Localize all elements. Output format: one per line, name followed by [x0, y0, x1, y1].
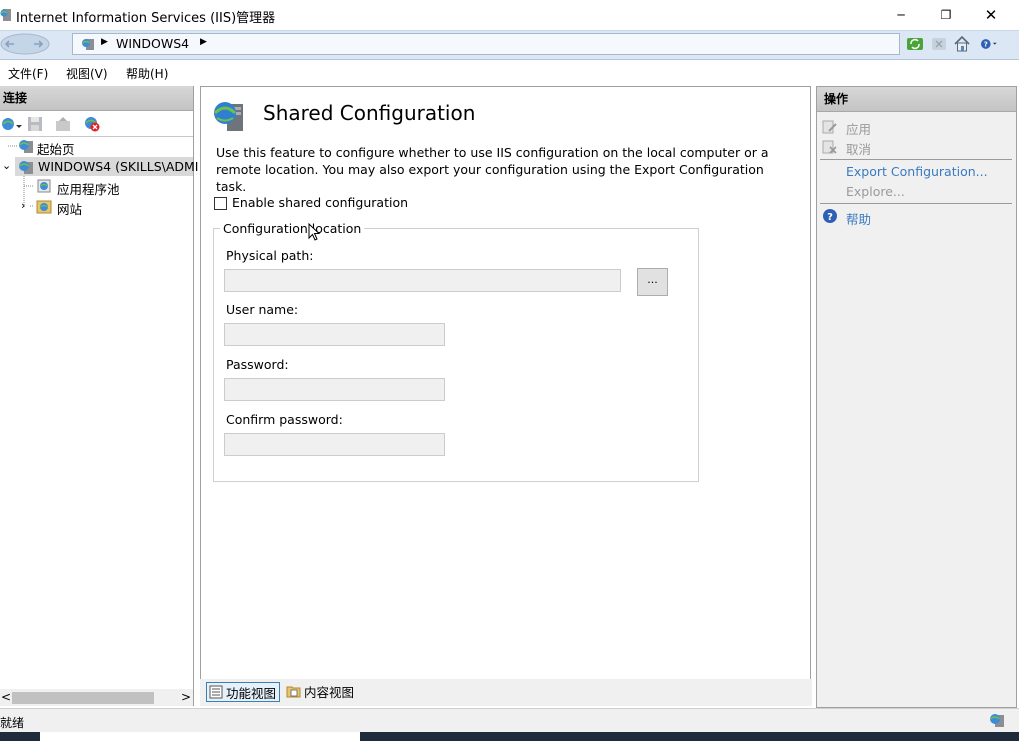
connect-dropdown-icon[interactable]: [1, 116, 23, 132]
status-text: 就绪: [0, 716, 25, 730]
window-title: Internet Information Services (IIS)管理器: [16, 11, 276, 26]
restore-icon: ❐: [940, 8, 952, 22]
tree-item-sites[interactable]: 网站: [57, 199, 82, 218]
cancel-icon: [822, 140, 837, 154]
configuration-location-group: Configuration location Physical path: ..…: [213, 221, 699, 482]
start-page-icon: [19, 140, 33, 153]
chevron-right-icon[interactable]: ▶: [200, 37, 207, 47]
content-view-icon: [286, 686, 301, 698]
mouse-cursor-icon: [308, 223, 321, 241]
menu-view[interactable]: 视图(V): [66, 65, 108, 82]
address-bar: ▶ WINDOWS4 ▶ ?: [0, 30, 1019, 60]
page-title: Shared Configuration: [263, 101, 476, 125]
maximize-button[interactable]: ❐: [923, 0, 969, 30]
password-input[interactable]: [224, 378, 445, 401]
svg-text:?: ?: [984, 40, 988, 49]
menu-help[interactable]: 帮助(H): [126, 65, 168, 82]
actions-divider: [820, 203, 1012, 204]
refresh-icon[interactable]: [906, 35, 924, 53]
user-name-label: User name:: [226, 302, 299, 317]
tab-features-view-label: 功能视图: [226, 685, 277, 701]
stop-icon[interactable]: [930, 35, 948, 53]
confirm-password-input[interactable]: [224, 433, 445, 456]
chevron-right-icon[interactable]: ▶: [101, 37, 108, 47]
server-icon: [19, 161, 33, 174]
chevron-down-icon[interactable]: ⌄: [2, 159, 11, 172]
action-help[interactable]: 帮助: [846, 209, 871, 228]
actions-header: 操作: [817, 87, 1016, 112]
taskbar: [0, 732, 1019, 741]
feature-panel: Shared Configuration Use this feature to…: [200, 86, 811, 680]
tree-item-start-page[interactable]: 起始页: [37, 139, 75, 158]
action-export-configuration[interactable]: Export Configuration...: [846, 164, 988, 179]
help-icon: ?: [823, 209, 837, 223]
feature-description: Use this feature to configure whether to…: [216, 145, 769, 194]
view-tabs-bar: 功能视图 内容视图: [200, 679, 812, 706]
actions-pane: 操作 应用 取消 Export Configuration... Explore…: [816, 86, 1017, 708]
actions-divider: [820, 159, 1012, 160]
server-icon: [82, 39, 94, 50]
scroll-left-arrow[interactable]: <: [1, 690, 11, 704]
scrollbar-thumb[interactable]: [12, 692, 154, 704]
minimize-icon: ─: [897, 8, 905, 22]
tab-content-view[interactable]: 内容视图: [284, 682, 357, 700]
server-status-icon: [990, 714, 1004, 727]
disconnect-icon[interactable]: [84, 116, 100, 132]
enable-shared-config-checkbox[interactable]: [214, 197, 227, 210]
tree-item-app-pools[interactable]: 应用程序池: [57, 179, 120, 198]
horizontal-scrollbar[interactable]: < >: [0, 689, 193, 706]
group-title: Configuration location: [220, 221, 365, 236]
scroll-right-arrow[interactable]: >: [181, 690, 191, 704]
tab-features-view[interactable]: 功能视图: [206, 682, 281, 702]
apply-icon: [822, 120, 837, 134]
app-pool-icon: [37, 179, 51, 193]
sites-icon: [36, 200, 52, 214]
physical-path-input[interactable]: [224, 269, 621, 292]
save-icon[interactable]: [27, 116, 43, 132]
tab-content-view-label: 内容视图: [304, 684, 355, 700]
iis-app-icon: [0, 9, 11, 21]
enable-shared-config-label[interactable]: Enable shared configuration: [232, 195, 408, 210]
help-dropdown-icon[interactable]: ?: [980, 35, 998, 53]
title-bar: Internet Information Services (IIS)管理器 ─…: [0, 0, 1019, 30]
back-forward-buttons[interactable]: [0, 33, 50, 55]
tree-item-server[interactable]: WINDOWS4 (SKILLS\ADMI: [15, 157, 199, 176]
chevron-right-icon[interactable]: ›: [21, 199, 25, 212]
connections-pane: 连接 起始页 ⌄ WINDOWS4 (SKILLS\ADMI 应用程序池 › 网…: [0, 86, 199, 706]
action-apply[interactable]: 应用: [846, 119, 871, 138]
shared-config-icon: [213, 102, 243, 131]
tree-item-server-label: WINDOWS4 (SKILLS\ADMI: [38, 159, 199, 174]
confirm-password-label: Confirm password:: [226, 412, 343, 427]
status-bar: 就绪: [0, 708, 1019, 733]
address-crumb-server[interactable]: WINDOWS4: [116, 36, 189, 51]
features-view-icon: [209, 685, 223, 699]
taskbar-search-box[interactable]: [40, 732, 360, 741]
action-explore[interactable]: Explore...: [846, 184, 905, 199]
connections-header: 连接: [0, 86, 193, 111]
up-level-icon[interactable]: [55, 116, 71, 132]
svg-text:?: ?: [827, 212, 833, 223]
address-path-box[interactable]: ▶ WINDOWS4 ▶: [72, 33, 900, 55]
browse-button[interactable]: ...: [637, 268, 668, 296]
home-icon[interactable]: [953, 35, 971, 53]
close-icon: ✕: [984, 6, 998, 24]
user-name-input[interactable]: [224, 323, 445, 346]
minimize-button[interactable]: ─: [878, 0, 924, 30]
close-button[interactable]: ✕: [968, 0, 1014, 30]
menu-bar: 文件(F) 视图(V) 帮助(H): [0, 60, 1019, 84]
physical-path-label: Physical path:: [226, 248, 314, 263]
menu-file[interactable]: 文件(F): [8, 65, 48, 82]
password-label: Password:: [226, 357, 289, 372]
connections-toolbar: [0, 111, 193, 137]
action-cancel[interactable]: 取消: [846, 139, 871, 158]
